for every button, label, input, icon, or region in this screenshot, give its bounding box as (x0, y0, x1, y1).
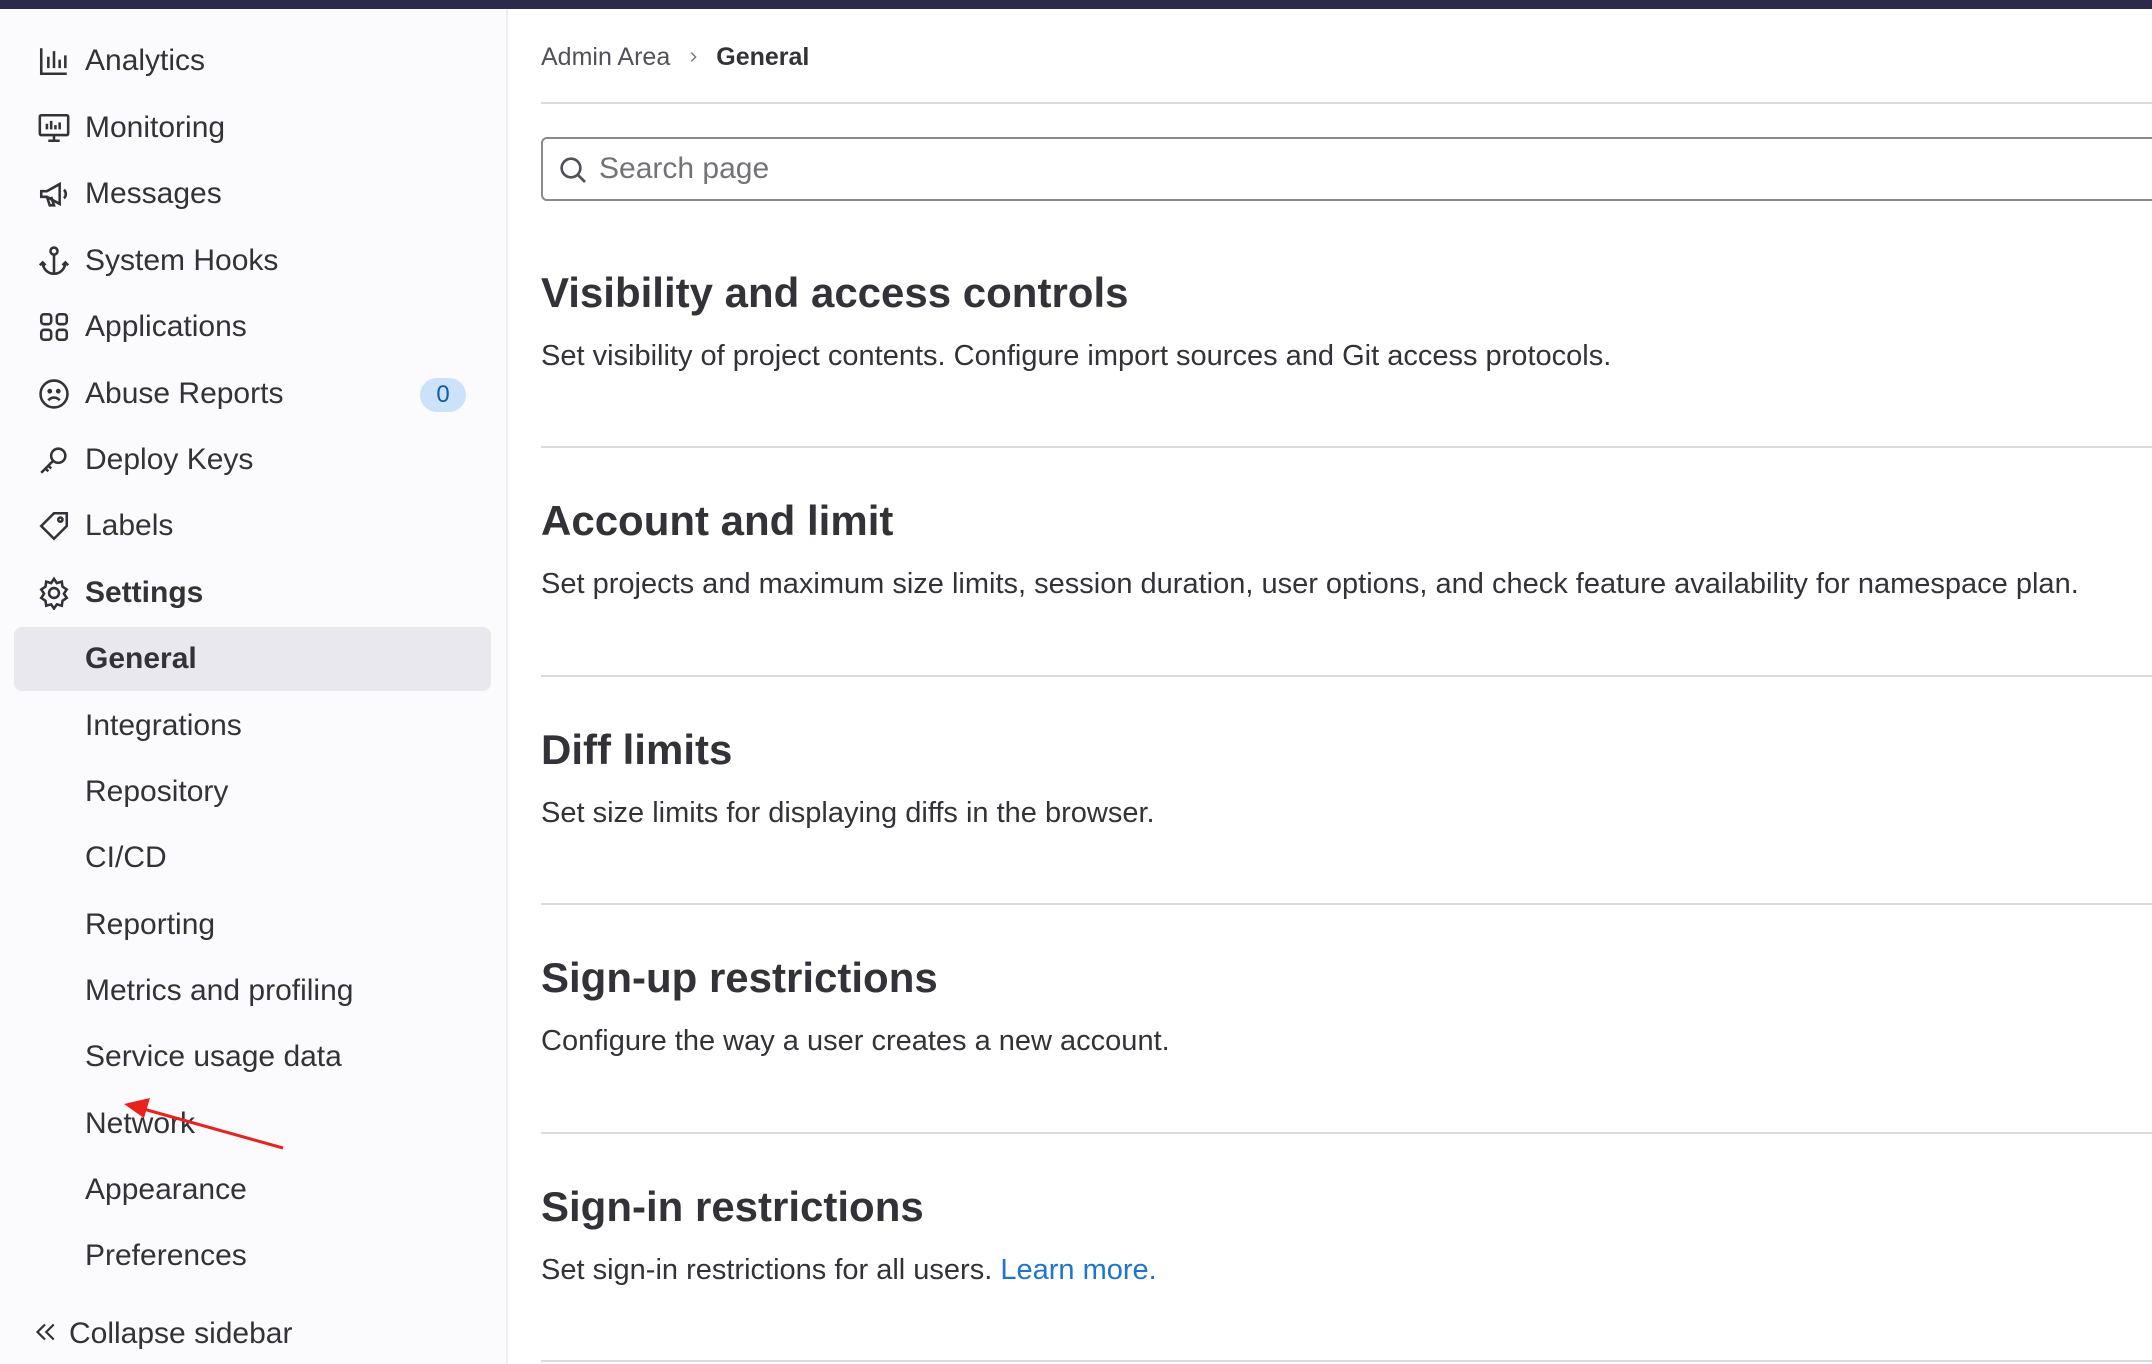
sidebar-item-label: General (85, 642, 197, 675)
sidebar-subitem-metrics-and-profiling[interactable]: Metrics and profiling (14, 959, 491, 1023)
sidebar-item-label: CI/CD (85, 841, 167, 874)
monitor-icon (36, 110, 72, 146)
search-icon (560, 157, 586, 183)
collapse-sidebar-button[interactable]: Collapse sidebar (14, 1309, 491, 1359)
sidebar-item-label: Messages (85, 177, 222, 210)
applications-icon (36, 309, 72, 345)
sidebar-item-label: Preferences (85, 1239, 247, 1272)
section-description: Set sign-in restrictions for all users. … (541, 1252, 2152, 1288)
sidebar-item-settings[interactable]: Settings (14, 561, 491, 625)
sidebar-item-label: Monitoring (85, 111, 226, 144)
sidebar-subitem-general[interactable]: General (14, 627, 491, 691)
section-description: Set projects and maximum size limits, se… (541, 568, 2079, 600)
sidebar-subitem-repository[interactable]: Repository (14, 760, 491, 824)
sidebar-item-label: Abuse Reports (85, 377, 284, 410)
sidebar-subitem-service-usage-data[interactable]: Service usage data (14, 1025, 491, 1089)
sidebar-subitem-integrations[interactable]: Integrations (14, 694, 491, 758)
sidebar-item-analytics[interactable]: Analytics (14, 29, 491, 93)
divider (541, 1360, 2152, 1362)
sidebar-item-label: Applications (85, 310, 247, 343)
sidebar-item-label: Analytics (85, 44, 206, 77)
divider (541, 675, 2152, 677)
anchor-icon (36, 243, 72, 279)
breadcrumb-current: General (716, 42, 810, 71)
divider (541, 102, 2152, 104)
sidebar-item-system-hooks[interactable]: System Hooks (14, 229, 491, 293)
section-description-text: Set sign-in restrictions for all users. (541, 1254, 993, 1286)
sidebar-subitem-ci-cd[interactable]: CI/CD (14, 826, 491, 890)
megaphone-icon (36, 176, 72, 212)
abuse-icon (36, 376, 72, 412)
sidebar-item-label: Settings (85, 576, 204, 609)
sidebar-item-label: Appearance (85, 1173, 247, 1206)
section-description: Configure the way a user creates a new a… (541, 1025, 1170, 1057)
divider (541, 1132, 2152, 1134)
main-content: Admin Area General Visibility and access… (541, 0, 2152, 1364)
collapse-sidebar-label: Collapse sidebar (69, 1317, 293, 1350)
analytics-icon (36, 43, 72, 79)
section-sign-up-restrictions: Sign-up restrictions Configure the way a… (541, 953, 2152, 1059)
double-chevron-left-icon (30, 1317, 64, 1351)
gear-icon (36, 575, 72, 611)
sidebar-item-label: Network (85, 1107, 196, 1140)
learn-more-link[interactable]: Learn more. (1000, 1254, 1156, 1286)
sidebar-item-abuse-reports[interactable]: Abuse Reports 0 (14, 362, 491, 426)
sidebar-item-labels[interactable]: Labels (14, 494, 491, 558)
section-title[interactable]: Diff limits (541, 725, 2152, 775)
sidebar-subitem-preferences[interactable]: Preferences (14, 1224, 491, 1288)
count-badge: 0 (420, 378, 466, 412)
divider (541, 446, 2152, 448)
sidebar-item-label: Repository (85, 775, 229, 808)
search-input[interactable] (599, 147, 2099, 191)
section-sign-in-restrictions: Sign-in restrictions Set sign-in restric… (541, 1182, 2152, 1288)
sidebar-item-label: Deploy Keys (85, 443, 254, 476)
key-icon (36, 442, 72, 478)
sidebar-subitem-network[interactable]: Network (14, 1092, 491, 1156)
section-diff-limits: Diff limits Set size limits for displayi… (541, 725, 2152, 831)
sidebar-subitem-appearance[interactable]: Appearance (14, 1158, 491, 1222)
divider (541, 903, 2152, 905)
section-title[interactable]: Visibility and access controls (541, 268, 2152, 318)
section-description: Set visibility of project contents. Conf… (541, 340, 1612, 372)
sidebar-item-label: Integrations (85, 709, 242, 742)
section-account-and-limit: Account and limit Set projects and maxim… (541, 496, 2152, 602)
sidebar-item-label: System Hooks (85, 244, 279, 277)
section-visibility-and-access-controls: Visibility and access controls Set visib… (541, 268, 2152, 374)
breadcrumb: Admin Area General (541, 40, 809, 74)
sidebar-item-deploy-keys[interactable]: Deploy Keys (14, 428, 491, 492)
chevron-right-icon (691, 52, 697, 62)
search-box (541, 137, 2152, 201)
section-title[interactable]: Sign-up restrictions (541, 953, 2152, 1003)
section-description: Set size limits for displaying diffs in … (541, 797, 1155, 829)
sidebar-subitem-reporting[interactable]: Reporting (14, 893, 491, 957)
sidebar-item-applications[interactable]: Applications (14, 295, 491, 359)
sidebar-item-label: Labels (85, 509, 174, 542)
sidebar: Analytics Monitoring Messages System Hoo… (0, 9, 508, 1364)
section-title[interactable]: Sign-in restrictions (541, 1182, 2152, 1232)
sidebar-item-label: Service usage data (85, 1040, 342, 1073)
sidebar-item-messages[interactable]: Messages (14, 162, 491, 226)
sidebar-item-label: Reporting (85, 908, 216, 941)
section-title[interactable]: Account and limit (541, 496, 2152, 546)
sidebar-item-monitoring[interactable]: Monitoring (14, 96, 491, 160)
sidebar-item-label: Metrics and profiling (85, 974, 354, 1007)
breadcrumb-admin-area-link[interactable]: Admin Area (541, 43, 670, 72)
label-icon (36, 508, 72, 544)
